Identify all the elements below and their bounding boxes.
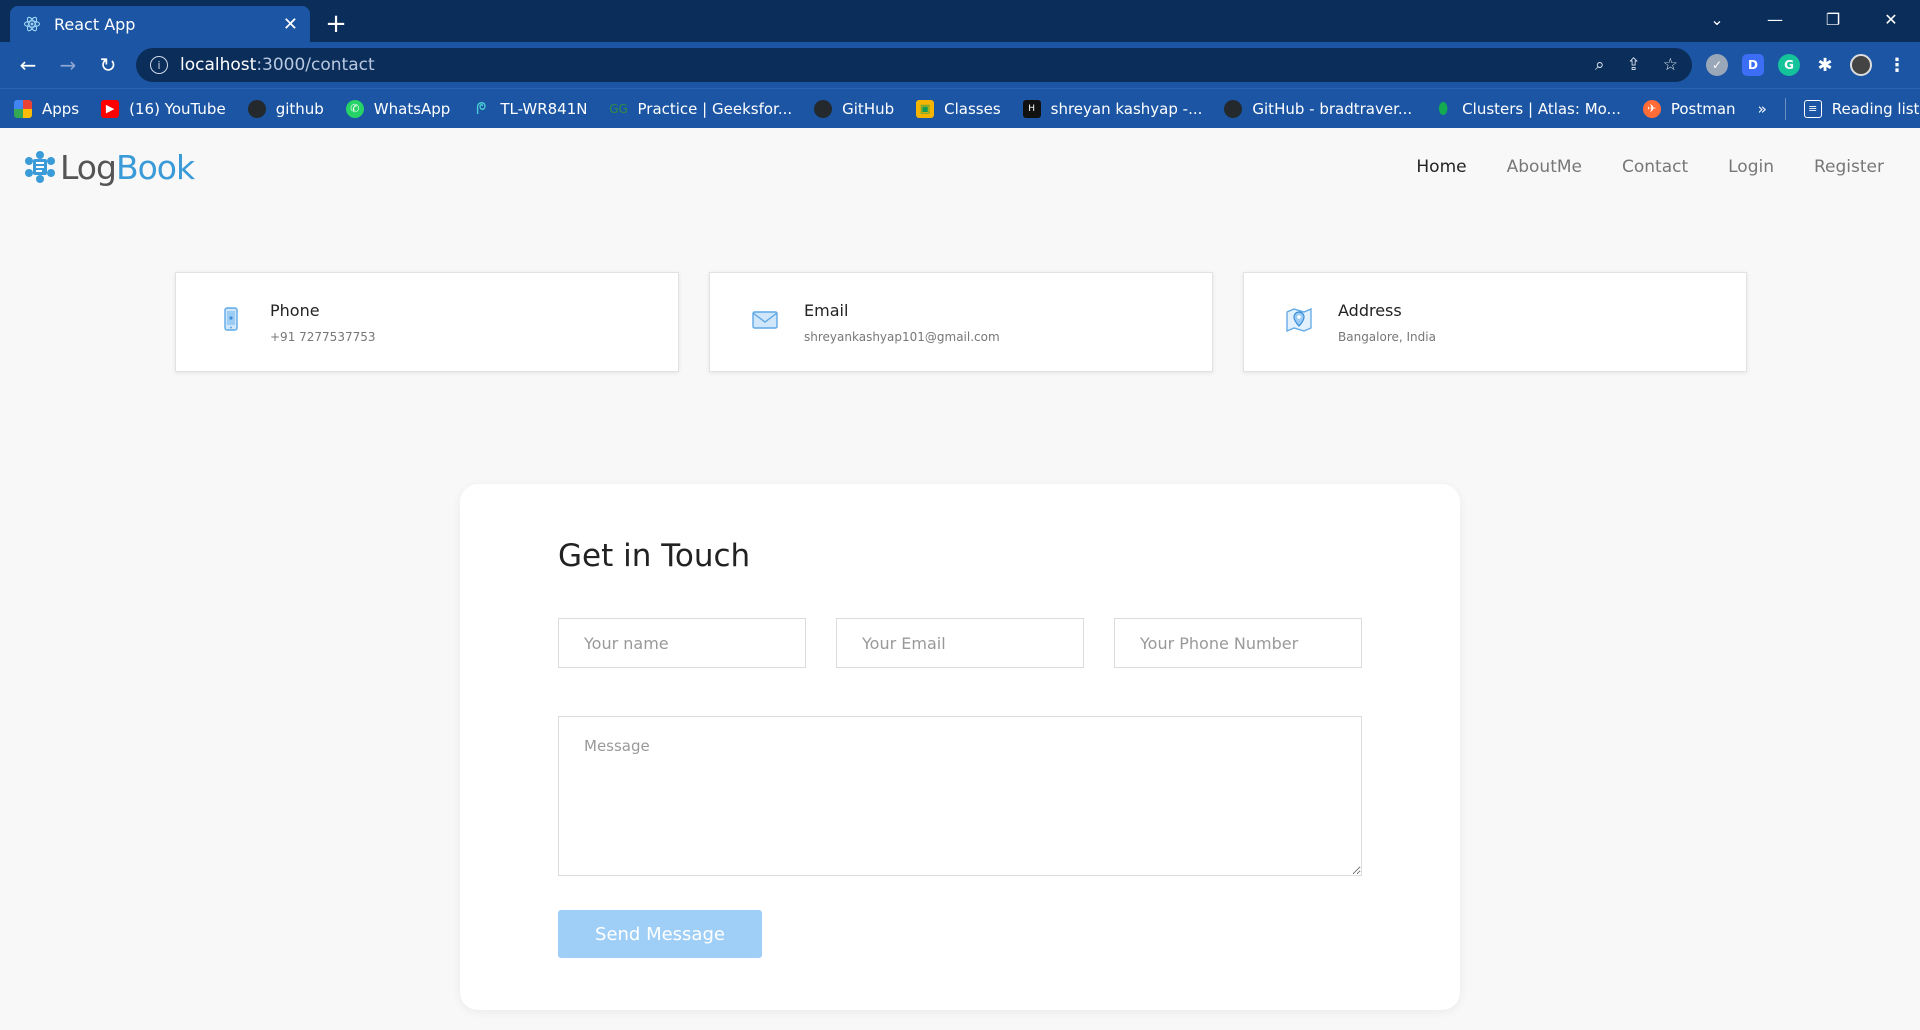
bookmark-item[interactable]: github xyxy=(247,99,324,118)
tab-close-icon[interactable]: ✕ xyxy=(283,14,298,35)
site-navbar: LogBook Home AboutMe Contact Login Regis… xyxy=(0,128,1920,206)
postman-icon: ✈ xyxy=(1642,99,1661,118)
geeksforgeeks-icon: GG xyxy=(609,101,628,116)
card-value: +91 7277537753 xyxy=(270,329,376,344)
browser-tab-strip: React App ✕ + ⌄ — ❐ ✕ xyxy=(0,0,1920,42)
close-window-button[interactable]: ✕ xyxy=(1862,0,1920,38)
card-value: Bangalore, India xyxy=(1338,329,1436,344)
email-input[interactable] xyxy=(836,618,1084,668)
puzzle-icon[interactable]: ✱ xyxy=(1814,54,1836,76)
tab-search-icon[interactable]: ⌄ xyxy=(1688,0,1746,38)
phone-card: Phone +91 7277537753 xyxy=(175,272,679,372)
bookmarks-bar: Apps ▶ (16) YouTube github ✆ WhatsApp ᖘ TL-… xyxy=(0,88,1920,128)
whatsapp-icon: ✆ xyxy=(345,99,364,118)
extensions-area: ✓ D G ✱ ⋮ xyxy=(1706,54,1908,76)
share-icon[interactable]: ⇪ xyxy=(1627,55,1641,75)
restore-button[interactable]: ❐ xyxy=(1804,0,1862,38)
card-title: Email xyxy=(804,300,849,320)
tab-title: React App xyxy=(54,14,136,34)
bookmark-item[interactable]: GG Practice | Geeksfor... xyxy=(609,100,792,118)
site-info-icon[interactable]: i xyxy=(150,56,168,74)
address-bar[interactable]: i localhost:3000/contact ⌕ ⇪ ☆ xyxy=(136,48,1692,82)
name-input[interactable] xyxy=(558,618,806,668)
bookmark-star-icon[interactable]: ☆ xyxy=(1663,55,1678,75)
logo-text-log: Log xyxy=(60,147,117,187)
message-textarea[interactable] xyxy=(558,716,1362,876)
minimize-button[interactable]: — xyxy=(1746,0,1804,38)
tplink-icon: ᖘ xyxy=(476,98,487,118)
more-bookmarks-button[interactable]: » xyxy=(1758,100,1767,118)
github-icon xyxy=(247,99,266,118)
url-path: :3000/contact xyxy=(256,55,375,75)
browser-tab[interactable]: React App ✕ xyxy=(10,6,310,42)
bookmark-item[interactable]: Apps xyxy=(14,99,79,118)
github-icon xyxy=(1224,99,1243,118)
envelope-icon xyxy=(752,311,778,329)
youtube-icon: ▶ xyxy=(101,99,120,118)
email-card: Email shreyankashyap101@gmail.com xyxy=(709,272,1213,372)
bookmark-item[interactable]: ᖘ TL-WR841N xyxy=(472,98,587,118)
bookmark-item[interactable]: ⬮ Clusters | Atlas: Mo... xyxy=(1434,98,1621,118)
divider xyxy=(1784,97,1786,120)
nav-login[interactable]: Login xyxy=(1728,157,1774,177)
github-icon xyxy=(814,99,833,118)
bookmark-item[interactable]: GitHub xyxy=(814,99,894,118)
card-title: Address xyxy=(1338,300,1402,320)
phone-input[interactable] xyxy=(1114,618,1362,668)
url-host: localhost xyxy=(180,55,257,75)
nav-home[interactable]: Home xyxy=(1416,157,1466,177)
address-card: Address Bangalore, India xyxy=(1243,272,1747,372)
kebab-menu-icon[interactable]: ⋮ xyxy=(1886,54,1908,76)
map-pin-icon xyxy=(1286,308,1312,332)
grammarly-icon[interactable]: G xyxy=(1778,54,1800,76)
bookmark-item[interactable]: ✈ Postman xyxy=(1642,99,1736,118)
send-message-button[interactable]: Send Message xyxy=(558,910,762,958)
extension-d-icon[interactable]: D xyxy=(1742,54,1764,76)
reading-list-icon: ≡ xyxy=(1803,99,1822,118)
bookmark-item[interactable]: Hshreyan kashyap -... xyxy=(1022,99,1202,118)
phone-icon xyxy=(224,307,238,331)
contact-info-cards: Phone +91 7277537753 Email shreyankashya… xyxy=(0,272,1920,372)
card-value: shreyankashyap101@gmail.com xyxy=(804,329,1000,344)
nav-aboutme[interactable]: AboutMe xyxy=(1507,157,1582,177)
hackerrank-icon: H xyxy=(1022,99,1041,118)
back-button[interactable]: ← xyxy=(12,49,44,81)
bookmark-item[interactable]: GitHub - bradtraver... xyxy=(1224,99,1412,118)
classroom-icon: ▣ xyxy=(916,99,935,118)
logo-text-book: Book xyxy=(115,147,195,187)
bookmark-item[interactable]: ▶ (16) YouTube xyxy=(101,99,226,118)
site-logo[interactable]: LogBook xyxy=(22,147,195,187)
window-controls: ⌄ — ❐ ✕ xyxy=(1688,0,1920,38)
page-content: LogBook Home AboutMe Contact Login Regis… xyxy=(0,128,1920,1030)
browser-toolbar: ← → ↻ i localhost:3000/contact ⌕ ⇪ ☆ ✓ D… xyxy=(0,42,1920,88)
avatar[interactable] xyxy=(1850,54,1872,76)
nav-register[interactable]: Register xyxy=(1814,157,1884,177)
form-title: Get in Touch xyxy=(558,538,751,574)
logbook-logo-icon xyxy=(25,151,55,183)
react-icon xyxy=(22,14,42,34)
contact-form-card: Get in Touch Send Message xyxy=(460,484,1460,1010)
extension-icon[interactable]: ✓ xyxy=(1706,54,1728,76)
site-menu: Home AboutMe Contact Login Register xyxy=(1416,157,1898,177)
card-title: Phone xyxy=(270,300,320,320)
reload-button[interactable]: ↻ xyxy=(92,49,124,81)
form-inputs-row xyxy=(558,618,1362,668)
forward-button[interactable]: → xyxy=(52,49,84,81)
bookmark-item[interactable]: ✆ WhatsApp xyxy=(345,99,450,118)
mongodb-icon: ⬮ xyxy=(1438,98,1449,118)
apps-grid-icon xyxy=(14,99,32,118)
new-tab-button[interactable]: + xyxy=(316,6,356,42)
zoom-icon[interactable]: ⌕ xyxy=(1595,55,1605,75)
bookmark-item[interactable]: ▣ Classes xyxy=(916,99,1001,118)
reading-list-button[interactable]: ≡ Reading list xyxy=(1803,99,1919,118)
nav-contact[interactable]: Contact xyxy=(1622,157,1688,177)
